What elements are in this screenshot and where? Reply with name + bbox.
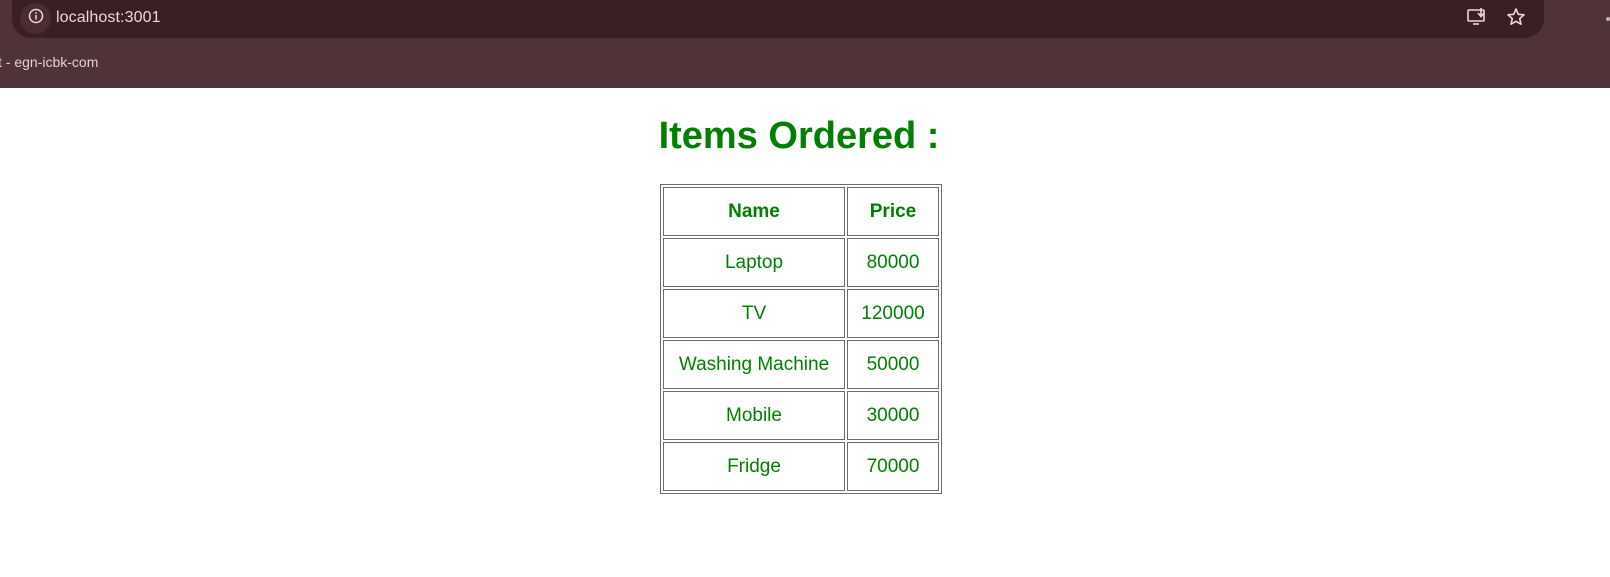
item-name-cell: Washing Machine	[663, 340, 845, 389]
page-content: Items Ordered : Name Price Laptop 80000 …	[0, 88, 1610, 577]
item-price-cell: 120000	[847, 289, 939, 338]
star-icon	[1506, 7, 1526, 32]
info-icon	[28, 8, 44, 29]
profile-avatar-edge[interactable]	[1606, 17, 1610, 21]
column-header-name: Name	[663, 187, 845, 236]
item-name-cell: TV	[663, 289, 845, 338]
item-name-cell: Mobile	[663, 391, 845, 440]
table-row: Washing Machine 50000	[663, 340, 939, 389]
item-name-cell: Fridge	[663, 442, 845, 491]
install-app-button[interactable]	[1464, 6, 1490, 32]
site-info-button[interactable]	[20, 3, 51, 34]
bookmark-star-button[interactable]	[1503, 6, 1529, 32]
table-row: Fridge 70000	[663, 442, 939, 491]
table-row: Mobile 30000	[663, 391, 939, 440]
table-row: Laptop 80000	[663, 238, 939, 287]
url-text[interactable]: localhost:3001	[56, 9, 161, 27]
table-row: TV 120000	[663, 289, 939, 338]
table-header-row: Name Price	[663, 187, 939, 236]
items-table: Name Price Laptop 80000 TV 120000 Washin…	[660, 184, 942, 494]
column-header-price: Price	[847, 187, 939, 236]
install-app-icon	[1466, 7, 1488, 32]
bookmark-item[interactable]: t - egn-icbk-com	[0, 54, 98, 70]
item-price-cell: 50000	[847, 340, 939, 389]
address-bar[interactable]: localhost:3001	[12, 0, 1544, 38]
item-price-cell: 70000	[847, 442, 939, 491]
browser-chrome: localhost:3001 t - egn-icbk-com	[0, 0, 1610, 88]
item-price-cell: 30000	[847, 391, 939, 440]
bookmark-bar: t - egn-icbk-com	[0, 50, 98, 74]
page-title: Items Ordered :	[658, 115, 940, 157]
item-price-cell: 80000	[847, 238, 939, 287]
item-name-cell: Laptop	[663, 238, 845, 287]
